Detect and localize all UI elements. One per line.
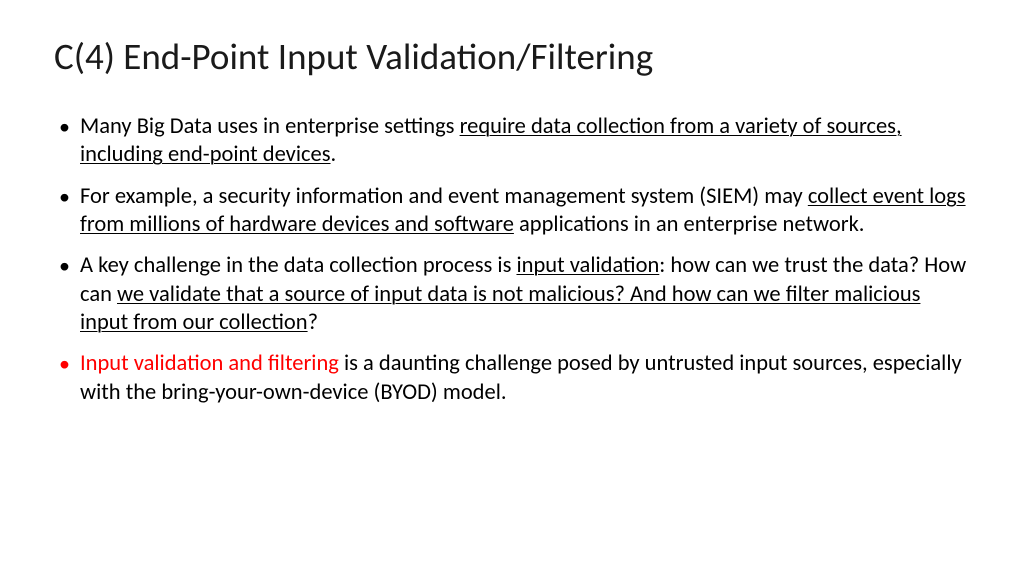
slide: C(4) End-Point Input Validation/Filterin… xyxy=(0,0,1024,576)
text-segment: Input validation and filtering xyxy=(80,350,339,377)
bullet-list: Many Big Data uses in enterprise setting… xyxy=(54,113,970,407)
slide-title: C(4) End-Point Input Validation/Filterin… xyxy=(54,34,970,79)
text-segment: For example, a security information and … xyxy=(80,183,808,210)
text-segment: A key challenge in the data collection p… xyxy=(80,252,516,279)
bullet-item: Many Big Data uses in enterprise setting… xyxy=(54,113,970,170)
text-segment: ? xyxy=(308,309,318,336)
bullet-item: Input validation and filtering is a daun… xyxy=(54,350,970,407)
text-segment: we validate that a source of input data … xyxy=(80,281,920,336)
text-segment: applications in an enterprise network. xyxy=(514,211,865,238)
bullet-item: For example, a security information and … xyxy=(54,183,970,240)
bullet-item: A key challenge in the data collection p… xyxy=(54,252,970,337)
text-segment: . xyxy=(331,141,337,168)
text-segment: input validation xyxy=(516,252,659,279)
text-segment: Many Big Data uses in enterprise setting… xyxy=(80,113,460,140)
